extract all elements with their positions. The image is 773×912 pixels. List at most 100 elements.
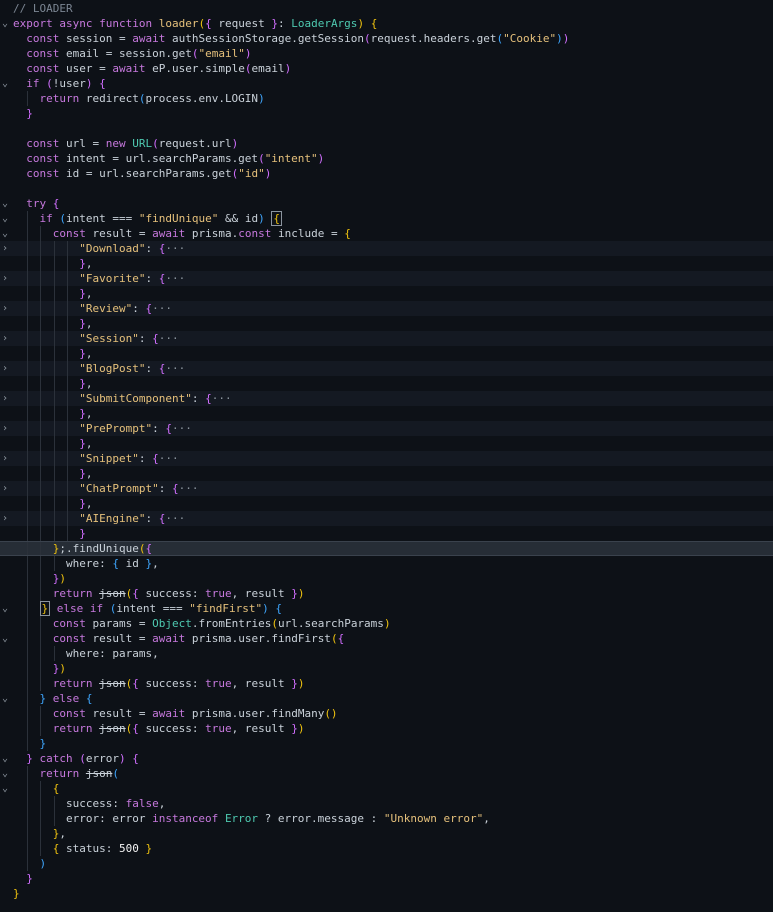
code-line[interactable]: }) [0, 571, 773, 586]
code-line[interactable]: ⌄ { [0, 781, 773, 796]
code-line[interactable]: const params = Object.fromEntries(url.se… [0, 616, 773, 631]
code-line[interactable]: }, [0, 496, 773, 511]
chevron-right-icon[interactable]: › [0, 421, 10, 436]
code-line[interactable]: return json({ success: true, result }) [0, 721, 773, 736]
code-line[interactable]: } [0, 736, 773, 751]
code-line[interactable]: const session = await authSessionStorage… [0, 31, 773, 46]
code-line[interactable]: › "AIEngine": {··· [0, 511, 773, 526]
code-line[interactable]: }, [0, 466, 773, 481]
code-line[interactable]: › "Session": {··· [0, 331, 773, 346]
code-line[interactable]: ⌄ } else if (intent === "findFirst") { [0, 601, 773, 616]
code-line[interactable]: } [0, 526, 773, 541]
code-token: "intent" [264, 152, 318, 165]
code-text: }, [13, 406, 92, 421]
code-token: // LOADER [13, 2, 73, 15]
chevron-right-icon[interactable]: › [0, 391, 10, 406]
code-line[interactable]: ⌄ return json( [0, 766, 773, 781]
code-line[interactable]: › "ChatPrompt": {··· [0, 481, 773, 496]
chevron-right-icon[interactable]: › [0, 451, 10, 466]
code-text: }, [13, 346, 92, 361]
chevron-down-icon[interactable]: ⌄ [0, 766, 10, 781]
chevron-down-icon[interactable]: ⌄ [0, 196, 10, 211]
chevron-right-icon[interactable]: › [0, 301, 10, 316]
code-line[interactable]: }, [0, 406, 773, 421]
code-line[interactable]: › "PrePrompt": {··· [0, 421, 773, 436]
chevron-right-icon[interactable]: › [0, 481, 10, 496]
code-line[interactable]: } [0, 886, 773, 901]
code-line[interactable]: const email = session.get("email") [0, 46, 773, 61]
code-line[interactable] [0, 121, 773, 136]
code-line[interactable]: };.findUnique({ [0, 541, 773, 556]
code-token: success: [145, 722, 206, 735]
chevron-down-icon[interactable]: ⌄ [0, 226, 10, 241]
code-line[interactable]: }, [0, 256, 773, 271]
chevron-right-icon[interactable]: › [0, 241, 10, 256]
code-line[interactable]: const result = await prisma.user.findMan… [0, 706, 773, 721]
code-text: "SubmitComponent": {··· [13, 391, 231, 406]
code-line[interactable]: ⌄ if (!user) { [0, 76, 773, 91]
code-line[interactable]: › "Favorite": {··· [0, 271, 773, 286]
code-line[interactable]: › "Download": {··· [0, 241, 773, 256]
code-line[interactable]: } [0, 106, 773, 121]
code-line[interactable]: ⌄ const result = await prisma.const incl… [0, 226, 773, 241]
chevron-down-icon[interactable]: ⌄ [0, 751, 10, 766]
code-line[interactable]: › "BlogPost": {··· [0, 361, 773, 376]
chevron-right-icon[interactable]: › [0, 331, 10, 346]
code-line[interactable]: ⌄ const result = await prisma.user.findF… [0, 631, 773, 646]
code-line[interactable]: // LOADER [0, 1, 773, 16]
code-line[interactable]: }, [0, 376, 773, 391]
code-line[interactable]: where: params, [0, 646, 773, 661]
code-line[interactable]: success: false, [0, 796, 773, 811]
chevron-down-icon[interactable]: ⌄ [0, 691, 10, 706]
code-line[interactable]: where: { id }, [0, 556, 773, 571]
code-line[interactable]: }, [0, 316, 773, 331]
code-text: } [13, 736, 47, 751]
code-line[interactable]: }, [0, 346, 773, 361]
code-text: success: false, [13, 796, 165, 811]
code-line[interactable]: }, [0, 286, 773, 301]
code-line[interactable]: }, [0, 826, 773, 841]
code-token: { [171, 482, 179, 495]
code-line[interactable]: } [0, 871, 773, 886]
code-line[interactable]: › "Snippet": {··· [0, 451, 773, 466]
code-line[interactable]: const intent = url.searchParams.get("int… [0, 151, 773, 166]
code-line[interactable]: › "Review": {··· [0, 301, 773, 316]
code-line[interactable]: }, [0, 436, 773, 451]
code-token: LoaderArgs [291, 17, 358, 30]
code-line[interactable]: ⌄ export async function loader({ request … [0, 16, 773, 31]
code-token: params = [92, 617, 153, 630]
code-line[interactable]: ⌄ if (intent === "findUnique" && id) { [0, 211, 773, 226]
code-line[interactable]: const user = await eP.user.simple(email) [0, 61, 773, 76]
code-token: if [39, 212, 60, 225]
chevron-right-icon[interactable]: › [0, 271, 10, 286]
code-text: return json( [13, 766, 119, 781]
code-line[interactable]: return json({ success: true, result }) [0, 676, 773, 691]
code-token: "BlogPost" [79, 362, 146, 375]
code-line[interactable]: }) [0, 661, 773, 676]
code-token: ( [79, 752, 86, 765]
chevron-right-icon[interactable]: › [0, 511, 10, 526]
code-line[interactable]: ) [0, 856, 773, 871]
code-line[interactable]: const id = url.searchParams.get("id") [0, 166, 773, 181]
chevron-down-icon[interactable]: ⌄ [0, 211, 10, 226]
code-line[interactable]: error: error instanceof Error ? error.me… [0, 811, 773, 826]
code-line[interactable]: return redirect(process.env.LOGIN) [0, 91, 773, 106]
code-token: 500 [118, 842, 139, 855]
chevron-down-icon[interactable]: ⌄ [0, 76, 10, 91]
code-line[interactable]: ⌄ try { [0, 196, 773, 211]
code-token: ( [152, 137, 159, 150]
code-line[interactable]: { status: 500 } [0, 841, 773, 856]
code-line[interactable] [0, 181, 773, 196]
code-editor[interactable]: // LOADER ⌄ export async function loader({… [0, 0, 773, 912]
code-token: "ChatPrompt" [79, 482, 159, 495]
chevron-right-icon[interactable]: › [0, 361, 10, 376]
code-line[interactable]: ⌄ } catch (error) { [0, 751, 773, 766]
chevron-down-icon[interactable]: ⌄ [0, 16, 10, 31]
code-line[interactable]: › "SubmitComponent": {··· [0, 391, 773, 406]
chevron-down-icon[interactable]: ⌄ [0, 631, 10, 646]
code-line[interactable]: ⌄ } else { [0, 691, 773, 706]
chevron-down-icon[interactable]: ⌄ [0, 781, 10, 796]
code-line[interactable]: const url = new URL(request.url) [0, 136, 773, 151]
code-line[interactable]: return json({ success: true, result }) [0, 586, 773, 601]
chevron-down-icon[interactable]: ⌄ [0, 601, 10, 616]
